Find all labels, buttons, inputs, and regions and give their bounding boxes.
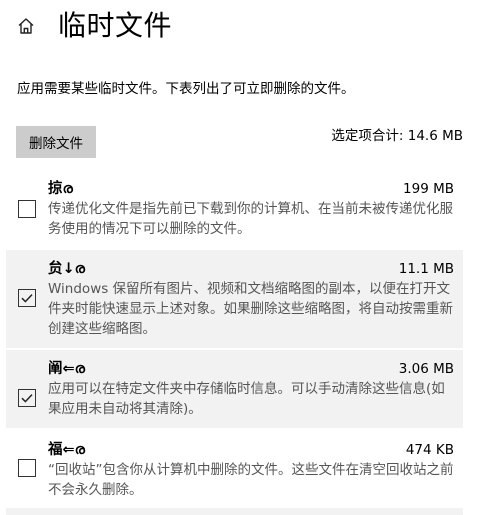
item-size: 199 MB [403,181,454,197]
item-size: 474 KB [405,442,454,458]
item-description: 应用可以在特定文件夹中存储临时信息。可以手动清除这些信息(如果应用未自动将其清除… [48,381,445,417]
checkmark-icon [21,394,33,403]
item-size: 11.1 MB [398,261,454,277]
checkbox[interactable] [18,289,36,307]
checkbox[interactable] [18,459,36,477]
list-item-recycle-bin[interactable]: 福⇐ര 474 KB “回收站”包含你从计算机中删除的文件。这些文件在清空回收站… [6,431,463,509]
checkbox[interactable] [18,389,36,407]
home-icon [18,18,34,34]
item-description: Windows 保留所有图片、视频和文档缩略图的副本，以便在打开文件夹时能快速显… [48,281,453,337]
item-description: “回收站”包含你从计算机中删除的文件。这些文件在清空回收站之前不会永久删除。 [48,462,454,498]
home-button[interactable] [14,14,38,38]
checkmark-icon [21,294,33,303]
page-title: 临时文件 [58,9,173,42]
checkbox[interactable] [18,200,36,218]
list-item-delivery-optimization[interactable]: 掠ര 199 MB 传递优化文件是指先前已下载到你的计算机、在当前未被传递优化服… [6,170,463,248]
item-description: 传递优化文件是指先前已下载到你的计算机、在当前未被传递优化服务使用的情况下可以删… [48,201,453,237]
item-size: 3.06 MB [398,361,454,377]
list-item-thumbnails[interactable]: 贠↓ര 11.1 MB Windows 保留所有图片、视频和文档缩略图的副本，以… [6,250,463,348]
item-name: 阐⇐ര [48,361,86,377]
next-list-item-edge [6,508,463,515]
delete-files-button[interactable]: 删除文件 [16,126,96,158]
header: 临时文件 [0,0,493,56]
selected-total: 选定项合计: 14.6 MB [331,128,463,144]
item-name: 掠ര [48,181,73,197]
item-name: 福⇐ര [48,442,86,458]
item-name: 贠↓ര [48,261,86,277]
page-description: 应用需要某些临时文件。下表列出了可立即删除的文件。 [17,81,355,97]
list-item-app-temp-files[interactable]: 阐⇐ര 3.06 MB 应用可以在特定文件夹中存储临时信息。可以手动清除这些信息… [6,350,463,428]
